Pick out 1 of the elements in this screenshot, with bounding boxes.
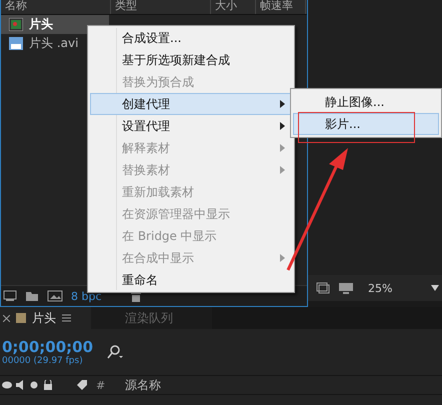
frame-info: 00000 (29.97 fps) bbox=[2, 356, 84, 366]
